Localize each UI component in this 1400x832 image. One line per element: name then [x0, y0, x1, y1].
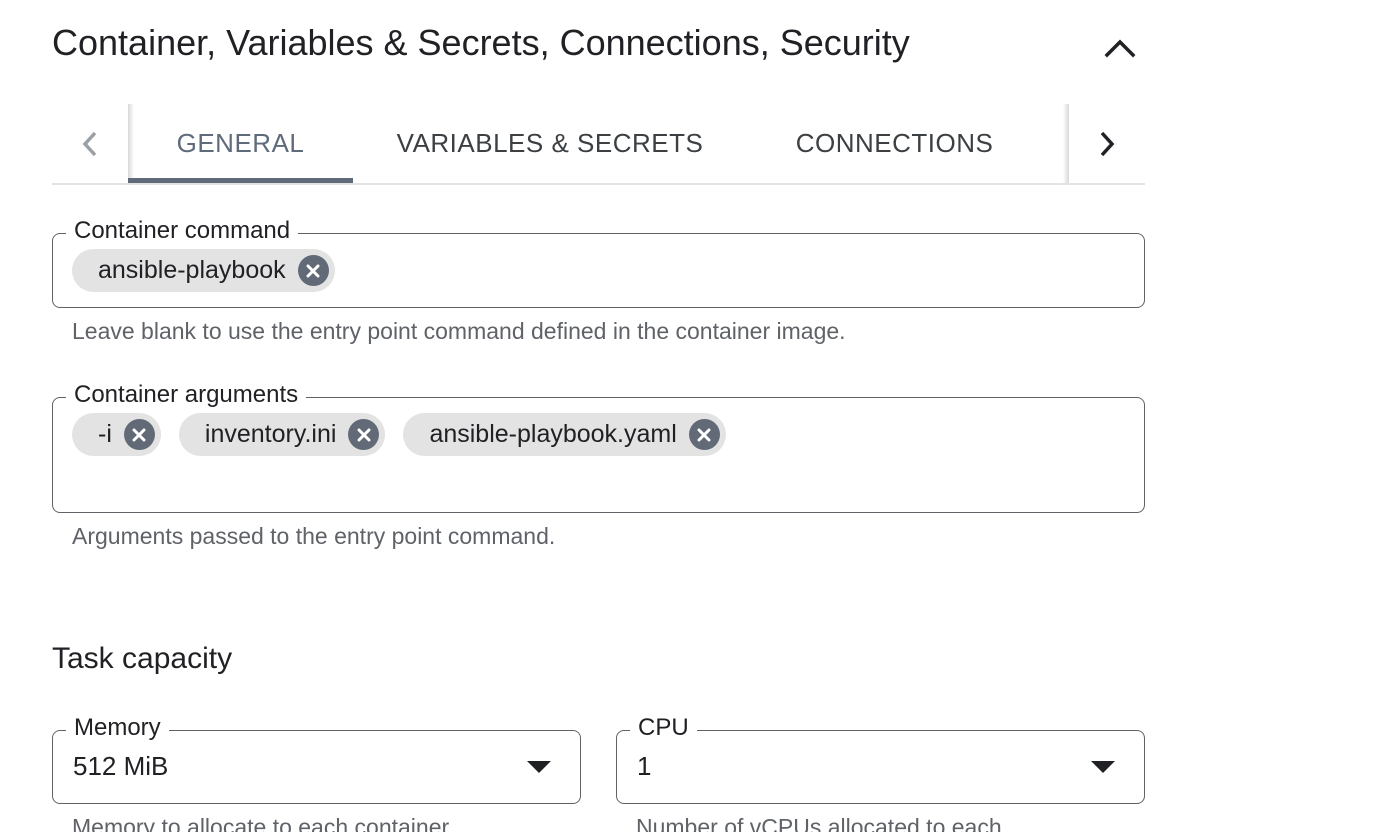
cpu-value: 1	[637, 751, 652, 781]
container-arguments-label: Container arguments	[66, 381, 307, 409]
memory-helper: Memory to allocate to each container	[72, 814, 450, 832]
remove-chip-button[interactable]	[123, 419, 155, 450]
close-icon	[132, 428, 146, 441]
remove-chip-button[interactable]	[688, 419, 720, 450]
container-command-label: Container command	[66, 217, 299, 245]
chevron-right-icon	[1100, 131, 1115, 156]
memory-value: 512 MiB	[73, 751, 169, 781]
cpu-helper: Number of vCPUs allocated to each	[636, 814, 1002, 832]
dropdown-arrow-icon	[527, 761, 551, 773]
close-icon	[697, 428, 711, 441]
remove-chip-button[interactable]	[348, 419, 380, 450]
remove-chip-button[interactable]	[297, 255, 329, 286]
dropdown-arrow-icon	[1091, 761, 1115, 773]
memory-label: Memory	[66, 714, 169, 742]
cpu-label: CPU	[630, 714, 697, 742]
container-arguments-helper: Arguments passed to the entry point comm…	[72, 523, 556, 549]
container-command-helper: Leave blank to use the entry point comma…	[72, 318, 846, 344]
tab-connections-label: CONNECTIONS	[795, 128, 994, 158]
argument-chip: inventory.ini	[178, 413, 386, 456]
cpu-select[interactable]: CPU 1	[616, 714, 1145, 804]
container-arguments-chips: -i inventory.ini ansible-playbook.yaml	[72, 413, 726, 456]
container-command-field[interactable]: Container command ansible-playbook	[52, 217, 1145, 308]
chevron-up-icon	[1104, 39, 1136, 58]
close-icon	[357, 428, 371, 441]
tab-variables-secrets[interactable]: VARIABLES & SECRETS	[382, 104, 718, 183]
container-arguments-field[interactable]: Container arguments -i inventory.ini ans…	[52, 381, 1145, 513]
chevron-left-icon	[82, 131, 97, 156]
close-icon	[306, 264, 320, 277]
tabs-next-button[interactable]	[1069, 104, 1145, 183]
tab-general-label: GENERAL	[176, 128, 305, 158]
collapse-button[interactable]	[1096, 28, 1144, 68]
active-tab-indicator	[128, 178, 353, 183]
tabs-bar: GENERAL VARIABLES & SECRETS CONNECTIONS	[52, 104, 1145, 185]
argument-chip-text: inventory.ini	[204, 420, 337, 448]
tab-variables-secrets-label: VARIABLES & SECRETS	[396, 128, 704, 158]
tab-connections[interactable]: CONNECTIONS	[772, 104, 1017, 183]
command-chip-text: ansible-playbook	[98, 256, 286, 284]
section-title: Container, Variables & Secrets, Connecti…	[52, 22, 910, 63]
command-chip: ansible-playbook	[72, 249, 335, 292]
argument-chip: ansible-playbook.yaml	[403, 413, 726, 456]
argument-chip: -i	[72, 413, 161, 456]
argument-chip-text: ansible-playbook.yaml	[429, 420, 677, 448]
task-capacity-title: Task capacity	[52, 642, 233, 675]
memory-select[interactable]: Memory 512 MiB	[52, 714, 581, 804]
tab-general[interactable]: GENERAL	[128, 104, 353, 183]
container-command-chips: ansible-playbook	[72, 249, 335, 292]
argument-chip-text: -i	[98, 420, 112, 448]
tabs-prev-button[interactable]	[52, 104, 128, 183]
